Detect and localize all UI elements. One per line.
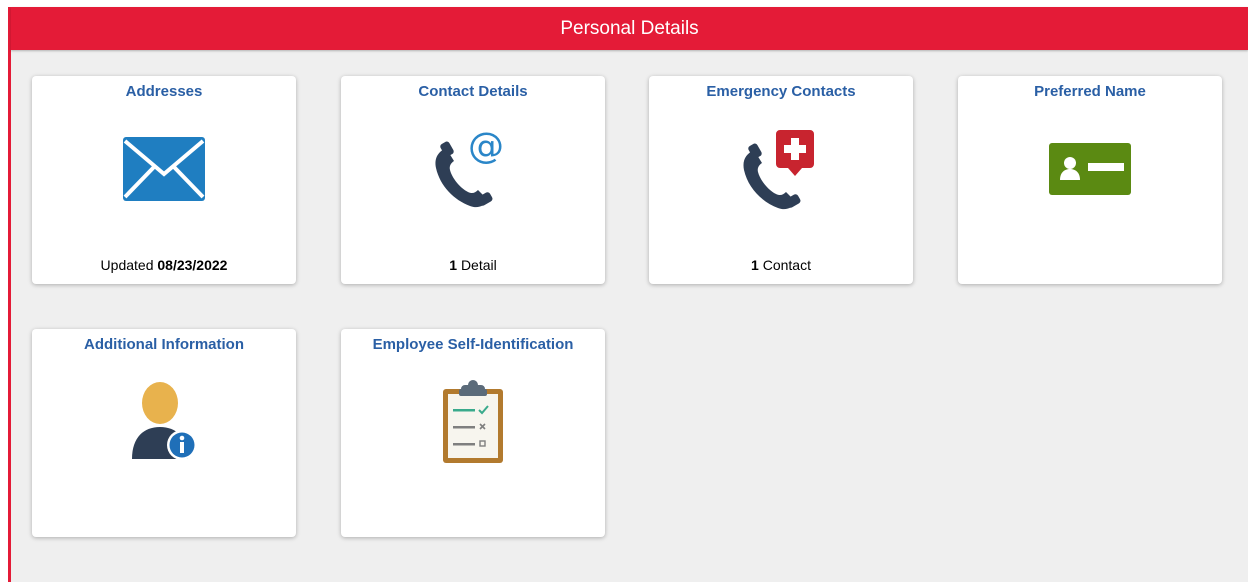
personal-details-panel: Personal Details Addresses Updated 08/23… xyxy=(8,7,1248,582)
tile-title: Contact Details xyxy=(418,83,528,100)
phone-at-icon: @ xyxy=(341,128,605,210)
tile-contact-details[interactable]: Contact Details @ 1 Detail xyxy=(341,76,605,284)
tile-title: Preferred Name xyxy=(1034,83,1146,100)
person-info-icon xyxy=(32,381,296,463)
updated-date: 08/23/2022 xyxy=(157,257,228,273)
envelope-icon xyxy=(32,128,296,210)
tile-title: Addresses xyxy=(125,83,203,100)
clipboard-checklist-icon xyxy=(341,380,605,463)
updated-label: Updated xyxy=(100,257,154,273)
tile-footer: 1 Detail xyxy=(341,257,605,273)
id-card-icon xyxy=(958,128,1222,210)
detail-label: Detail xyxy=(460,257,497,273)
page-header: Personal Details xyxy=(11,7,1248,50)
tile-title: Additional Information xyxy=(84,336,244,353)
tile-preferred-name[interactable]: Preferred Name xyxy=(958,76,1222,284)
tile-title: Emergency Contacts xyxy=(706,83,856,100)
page-title: Personal Details xyxy=(560,17,699,39)
tile-additional-information[interactable]: Additional Information xyxy=(32,329,296,537)
contact-count: 1 xyxy=(751,257,759,273)
tile-footer: Updated 08/23/2022 xyxy=(32,257,296,273)
tile-addresses[interactable]: Addresses Updated 08/23/2022 xyxy=(32,76,296,284)
tile-title: Employee Self-Identification xyxy=(372,336,574,353)
svg-text:@: @ xyxy=(468,128,504,167)
detail-count: 1 xyxy=(449,257,458,273)
tile-emergency-contacts[interactable]: Emergency Contacts 1 Contact xyxy=(649,76,913,284)
tile-employee-self-identification[interactable]: Employee Self-Identification xyxy=(341,329,605,537)
phone-medical-icon xyxy=(649,128,913,210)
contact-label: Contact xyxy=(762,257,811,273)
tile-footer: 1 Contact xyxy=(649,257,913,273)
